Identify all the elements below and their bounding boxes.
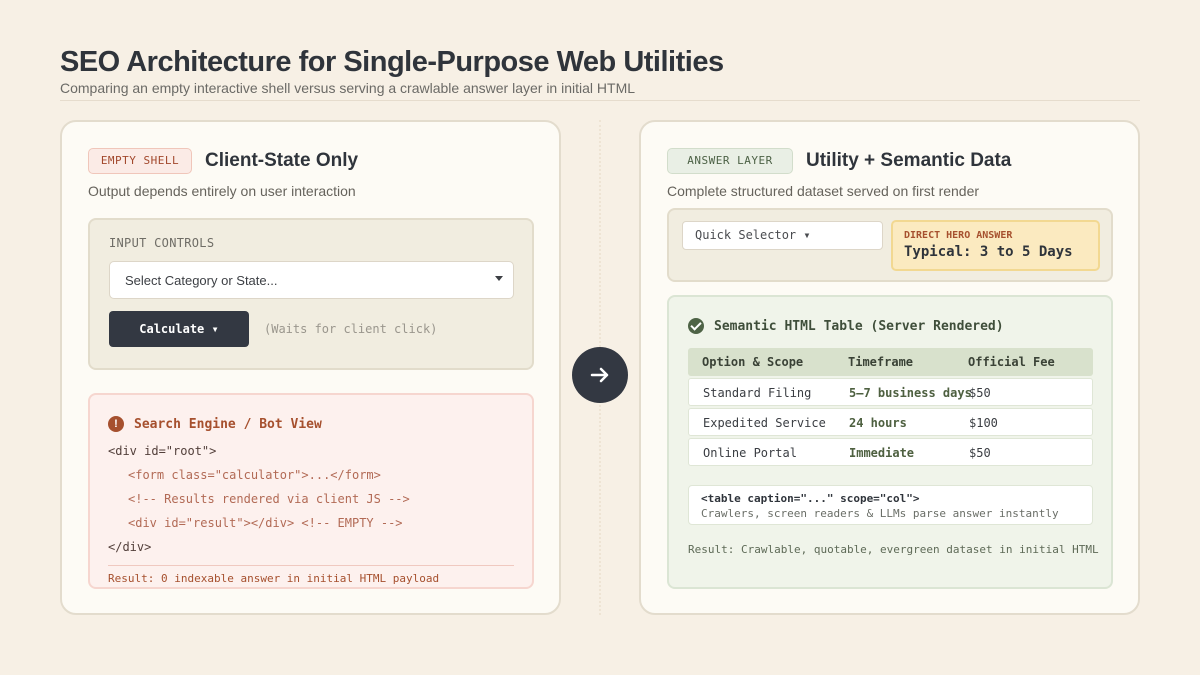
code-line: <form class="calculator">...</form> (128, 468, 381, 482)
semantic-table-box: Semantic HTML Table (Server Rendered) Op… (667, 295, 1113, 589)
chevron-down-icon (495, 276, 503, 281)
bot-view-box: ! Search Engine / Bot View <div id="root… (88, 393, 534, 589)
column-header: Timeframe (848, 355, 914, 369)
category-select-placeholder: Select Category or State... (125, 273, 278, 288)
table-cell: Standard Filing (703, 386, 812, 400)
input-controls-label: INPUT CONTROLS (109, 236, 215, 250)
table-cell: 24 hours (849, 416, 907, 430)
answer-layer-title: Utility + Semantic Data (806, 150, 1012, 171)
code-line: <!-- Results rendered via client JS --> (128, 492, 410, 506)
hero-answer: DIRECT HERO ANSWER Typical: 3 to 5 Days (891, 220, 1100, 271)
table-cell: 5–7 business days (849, 386, 972, 400)
page-title: SEO Architecture for Single-Purpose Web … (60, 46, 724, 78)
quick-selector-box: Quick Selector ▾ DIRECT HERO ANSWER Typi… (667, 208, 1113, 282)
table-cell: $100 (969, 416, 998, 430)
empty-shell-panel: EMPTY SHELL Client-State Only Output dep… (60, 120, 561, 615)
code-line: <div id="result"></div> <!-- EMPTY --> (128, 516, 403, 530)
column-header: Official Fee (968, 355, 1055, 369)
table-cell: $50 (969, 386, 991, 400)
table-cell: $50 (969, 446, 991, 460)
check-circle-icon (688, 318, 704, 334)
empty-shell-tag: EMPTY SHELL (88, 148, 192, 174)
answer-layer-tag: ANSWER LAYER (667, 148, 793, 174)
table-markup-description: Crawlers, screen readers & LLMs parse an… (701, 507, 1059, 520)
answer-layer-description: Complete structured dataset served on fi… (667, 183, 980, 199)
code-line: </div> (108, 540, 152, 554)
column-header: Option & Scope (702, 355, 804, 369)
bot-view-title: Search Engine / Bot View (134, 416, 322, 432)
category-select[interactable]: Select Category or State... (109, 261, 514, 299)
divider (108, 565, 514, 566)
table-markup-hint: <table caption="..." scope="col"> Crawle… (688, 485, 1093, 525)
answer-layer-result: Result: Crawlable, quotable, evergreen d… (688, 543, 1099, 556)
semantic-table-title: Semantic HTML Table (Server Rendered) (714, 318, 1004, 334)
empty-shell-description: Output depends entirely on user interact… (88, 183, 356, 199)
table-header-row: Option & Scope Timeframe Official Fee (688, 348, 1093, 376)
hero-answer-label: DIRECT HERO ANSWER (904, 230, 1013, 241)
table-row: Standard Filing 5–7 business days $50 (688, 378, 1093, 406)
table-row: Online Portal Immediate $50 (688, 438, 1093, 466)
calculate-button[interactable]: Calculate ▾ (109, 311, 249, 347)
table-cell: Online Portal (703, 446, 797, 460)
page-subtitle: Comparing an empty interactive shell ver… (60, 80, 636, 96)
hero-answer-value: Typical: 3 to 5 Days (904, 244, 1073, 260)
table-markup-code: <table caption="..." scope="col"> (701, 492, 920, 505)
code-line: <div id="root"> (108, 444, 217, 458)
quick-selector[interactable]: Quick Selector ▾ (682, 221, 883, 250)
warning-icon: ! (108, 416, 124, 432)
input-controls-box: INPUT CONTROLS Select Category or State.… (88, 218, 534, 370)
bot-view-result: Result: 0 indexable answer in initial HT… (108, 572, 440, 585)
table-row: Expedited Service 24 hours $100 (688, 408, 1093, 436)
bot-view-header: ! Search Engine / Bot View (108, 416, 322, 432)
semantic-table-header: Semantic HTML Table (Server Rendered) (688, 318, 1004, 334)
arrow-right-icon (572, 347, 628, 403)
answer-layer-panel: ANSWER LAYER Utility + Semantic Data Com… (639, 120, 1140, 615)
empty-shell-title: Client-State Only (205, 150, 359, 171)
table-cell: Expedited Service (703, 416, 826, 430)
table-cell: Immediate (849, 446, 915, 460)
header: SEO Architecture for Single-Purpose Web … (60, 44, 1140, 101)
wait-note: (Waits for client click) (264, 322, 438, 336)
